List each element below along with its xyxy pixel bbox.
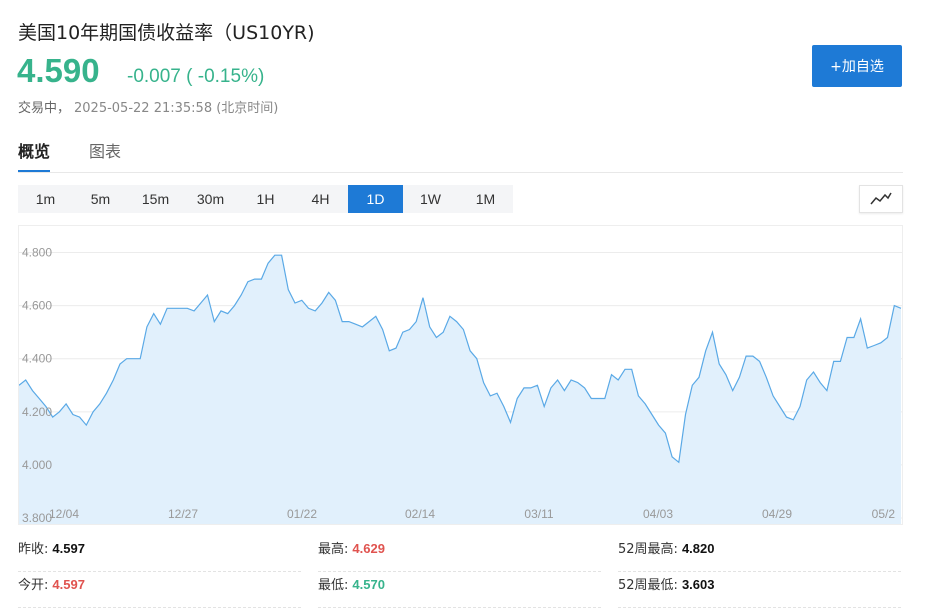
y-tick-label: 4.400 xyxy=(22,352,52,366)
x-tick-label: 04/29 xyxy=(762,507,792,521)
x-tick-label: 01/22 xyxy=(287,507,317,521)
x-tick-label: 03/11 xyxy=(524,507,553,521)
y-tick-label: 4.600 xyxy=(22,299,52,313)
x-tick-label: 12/04 xyxy=(49,507,79,521)
y-tick-label: 3.800 xyxy=(22,511,52,524)
stat-52w-high: 52周最高: 4.820 xyxy=(618,538,901,572)
timestamp: 2025-05-22 21:35:58 (北京时间) xyxy=(74,101,279,116)
y-tick-label: 4.200 xyxy=(22,405,52,419)
period-1mo[interactable]: 1M xyxy=(458,185,513,213)
x-tick-label: 05/2 xyxy=(872,507,896,521)
period-30m[interactable]: 30m xyxy=(183,185,238,213)
price-chart[interactable]: 3.800 4.000 4.200 4.400 4.600 4.800 12/04 12/27… xyxy=(18,225,903,525)
period-4h[interactable]: 4H xyxy=(293,185,348,213)
x-tick-label: 04/03 xyxy=(643,507,673,521)
period-5m[interactable]: 5m xyxy=(73,185,128,213)
period-15m[interactable]: 15m xyxy=(128,185,183,213)
y-tick-label: 4.800 xyxy=(22,246,52,260)
stat-high: 最高: 4.629 xyxy=(318,538,601,572)
trade-status: 交易中， 2025-05-22 21:35:58 (北京时间) xyxy=(18,97,278,116)
chart-canvas: 3.800 4.000 4.200 4.400 4.600 4.800 12/04 12/27… xyxy=(18,246,902,525)
stat-52w-low: 52周最低: 3.603 xyxy=(618,574,901,608)
tab-overview[interactable]: 概览 xyxy=(18,138,51,173)
x-tick-label: 02/14 xyxy=(405,507,435,521)
period-1w[interactable]: 1W xyxy=(403,185,458,213)
stat-low: 最低: 4.570 xyxy=(318,574,601,608)
stat-open: 今开: 4.597 xyxy=(18,574,301,608)
y-tick-label: 4.000 xyxy=(22,458,52,472)
period-selector: 1m 5m 15m 30m 1H 4H 1D 1W 1M xyxy=(18,185,513,213)
period-1d[interactable]: 1D xyxy=(348,185,403,213)
add-to-watchlist-button[interactable]: +加自选 xyxy=(812,45,902,87)
tab-chart[interactable]: 图表 xyxy=(89,138,121,170)
stat-prev-close: 昨收: 4.597 xyxy=(18,538,301,572)
tab-divider xyxy=(18,172,903,173)
period-1h[interactable]: 1H xyxy=(238,185,293,213)
chart-type-toggle[interactable] xyxy=(859,185,903,213)
line-chart-icon xyxy=(870,192,892,205)
status-label: 交易中， xyxy=(18,101,71,116)
price-area xyxy=(19,255,901,524)
current-price: 4.590 xyxy=(17,52,100,89)
x-tick-label: 12/27 xyxy=(168,507,198,521)
period-1m[interactable]: 1m xyxy=(18,185,73,213)
price-change: -0.007 ( -0.15%) xyxy=(127,66,265,87)
page-title: 美国10年期国债收益率（US10YR) xyxy=(18,22,315,44)
